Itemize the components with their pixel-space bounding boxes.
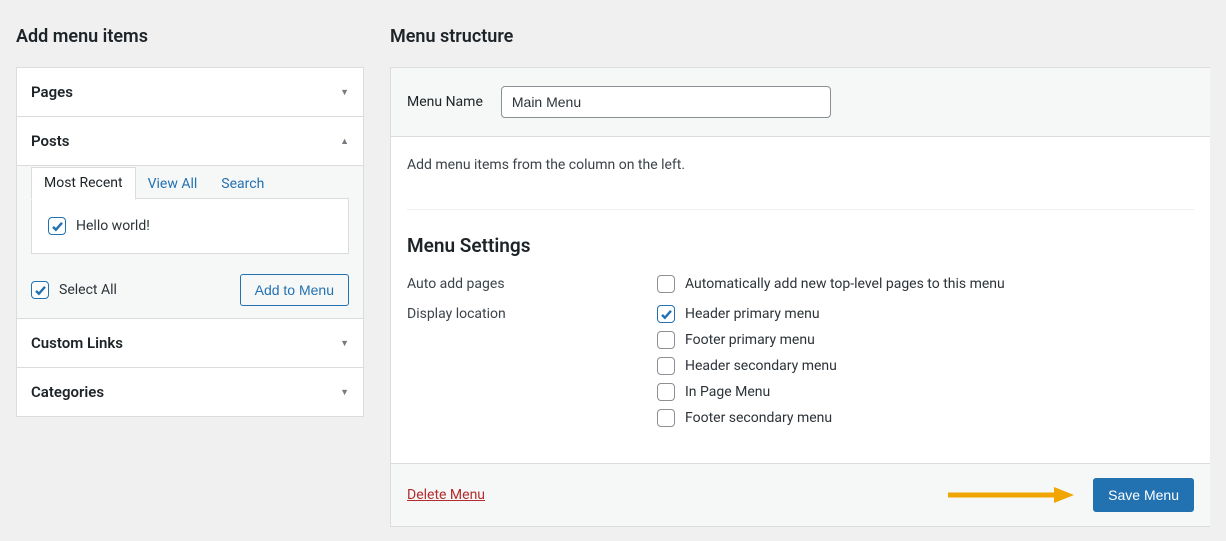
location-label: In Page Menu — [685, 384, 770, 400]
menu-items-accordion: Pages ▼ Posts ▲ Most Recent View All Sea… — [16, 67, 364, 417]
location-label: Header secondary menu — [685, 358, 837, 374]
menu-name-label: Menu Name — [407, 94, 483, 110]
categories-panel-header[interactable]: Categories ▼ — [17, 368, 363, 416]
post-item-label: Hello world! — [76, 218, 150, 234]
caret-down-icon: ▼ — [340, 387, 349, 398]
tab-most-recent[interactable]: Most Recent — [31, 167, 136, 200]
location-checkbox-header-secondary[interactable] — [657, 357, 675, 375]
custom-links-panel-title: Custom Links — [31, 334, 123, 352]
menu-structure-panel: Menu Name Add menu items from the column… — [390, 67, 1210, 527]
select-all-label: Select All — [59, 282, 117, 298]
select-all-checkbox[interactable] — [31, 281, 49, 299]
location-checkbox-in-page[interactable] — [657, 383, 675, 401]
select-all-row: Select All — [31, 281, 117, 299]
posts-tabs-frame: Most Recent View All Search Hello world! — [31, 198, 349, 254]
post-item-row: Hello world! — [48, 217, 332, 235]
location-checkbox-footer-secondary[interactable] — [657, 409, 675, 427]
auto-add-pages-checkbox[interactable] — [657, 275, 675, 293]
location-label: Footer secondary menu — [685, 410, 832, 426]
location-label: Header primary menu — [685, 306, 820, 322]
save-menu-button[interactable]: Save Menu — [1093, 478, 1194, 512]
menu-settings-heading: Menu Settings — [407, 234, 1194, 257]
add-to-menu-button[interactable]: Add to Menu — [240, 274, 349, 306]
location-checkbox-header-primary[interactable] — [657, 305, 675, 323]
caret-down-icon: ▼ — [340, 87, 349, 98]
location-checkbox-footer-primary[interactable] — [657, 331, 675, 349]
posts-panel-title: Posts — [31, 132, 69, 150]
auto-add-pages-label: Auto add pages — [407, 275, 657, 292]
pages-panel-header[interactable]: Pages ▼ — [17, 68, 363, 116]
pages-panel-title: Pages — [31, 83, 73, 101]
add-menu-items-heading: Add menu items — [16, 26, 364, 47]
tab-view-all[interactable]: View All — [136, 169, 210, 200]
categories-panel-title: Categories — [31, 383, 104, 401]
auto-add-pages-option-label: Automatically add new top-level pages to… — [685, 276, 1005, 292]
posts-panel-header[interactable]: Posts ▲ — [17, 117, 363, 165]
tab-search[interactable]: Search — [209, 169, 276, 200]
location-label: Footer primary menu — [685, 332, 815, 348]
empty-menu-hint: Add menu items from the column on the le… — [407, 157, 1194, 173]
post-checkbox[interactable] — [48, 217, 66, 235]
caret-up-icon: ▲ — [340, 136, 349, 147]
display-location-label: Display location — [407, 305, 657, 322]
delete-menu-link[interactable]: Delete Menu — [407, 487, 485, 503]
custom-links-panel-header[interactable]: Custom Links ▼ — [17, 319, 363, 367]
caret-down-icon: ▼ — [340, 338, 349, 349]
arrow-annotation-icon — [946, 485, 1076, 505]
menu-name-input[interactable] — [501, 86, 831, 118]
menu-structure-heading: Menu structure — [390, 26, 1210, 47]
divider — [407, 209, 1194, 210]
posts-panel-body: Most Recent View All Search Hello world! — [17, 165, 363, 318]
